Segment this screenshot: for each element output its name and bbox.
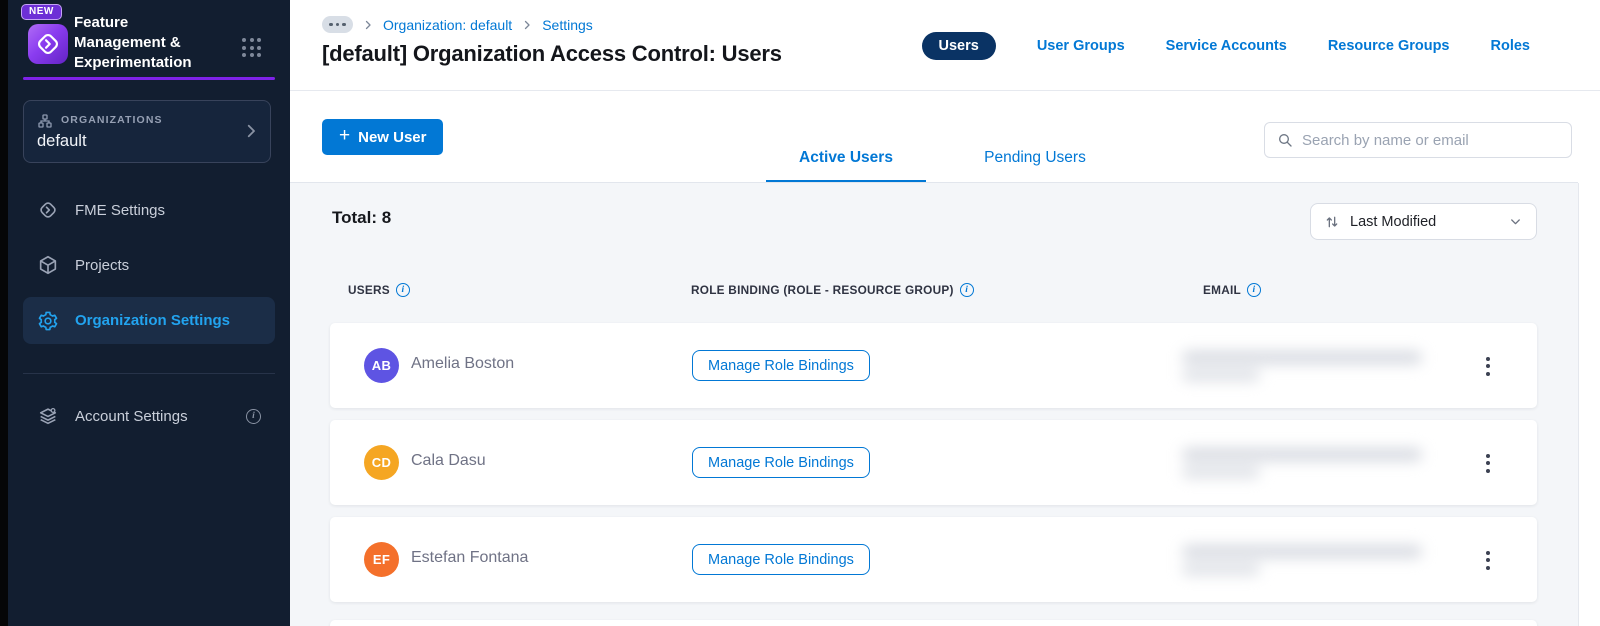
chevron-right-icon [242, 122, 260, 140]
user-state-tabs: Active Users Pending Users [766, 149, 1110, 183]
gear-icon [37, 310, 59, 332]
page-title: [default] Organization Access Control: U… [322, 41, 782, 66]
avatar: CD [364, 445, 399, 480]
table-row-partial [330, 620, 1537, 626]
column-header-users: USERS [348, 283, 390, 297]
sort-dropdown-value: Last Modified [1350, 213, 1437, 230]
organizations-label: ORGANIZATIONS [61, 114, 163, 126]
search-icon [1279, 134, 1292, 147]
chevron-right-icon [362, 19, 374, 31]
app-switcher-grid-icon[interactable] [240, 36, 264, 60]
tab-users[interactable]: Users [921, 32, 996, 60]
organization-name: default [37, 132, 87, 150]
tab-roles[interactable]: Roles [1491, 38, 1531, 54]
table-row: EF Estefan Fontana Manage Role Bindings [330, 517, 1537, 602]
split-outline-icon [37, 199, 59, 221]
row-menu-kebab-icon[interactable] [1476, 351, 1500, 381]
toolbar: + New User Active Users Pending Users [290, 91, 1600, 183]
breadcrumb-ellipsis-icon[interactable] [322, 16, 353, 33]
row-menu-kebab-icon[interactable] [1476, 448, 1500, 478]
redacted-email [1182, 446, 1432, 480]
info-icon[interactable]: i [1246, 283, 1261, 297]
users-list-panel: Total: 8 Last Modified USERS i ROLE BIND… [290, 183, 1578, 626]
column-header-role-binding: ROLE BINDING (ROLE - RESOURCE GROUP) [691, 283, 954, 297]
info-icon[interactable]: i [395, 283, 410, 297]
search-box [1264, 122, 1572, 158]
sidebar-item-label: Organization Settings [75, 312, 231, 329]
manage-role-bindings-button[interactable]: Manage Role Bindings [692, 447, 870, 478]
page-header: Organization: default Settings [default]… [290, 0, 1600, 91]
breadcrumb: Organization: default Settings [322, 16, 593, 33]
table-row: CD Cala Dasu Manage Role Bindings [330, 420, 1537, 505]
table-row: AB Amelia Boston Manage Role Bindings [330, 323, 1537, 408]
avatar: AB [364, 348, 399, 383]
cube-icon [37, 254, 59, 276]
user-name: Cala Dasu [411, 452, 486, 469]
column-header-email: EMAIL [1203, 283, 1241, 297]
redacted-email [1182, 543, 1432, 577]
tab-resource-groups[interactable]: Resource Groups [1328, 38, 1450, 54]
sidebar-item-fme-settings[interactable]: FME Settings [23, 190, 275, 230]
organization-selector[interactable]: ORGANIZATIONS default [23, 100, 271, 163]
sidebar: NEW Feature Management & Experimentation… [8, 0, 290, 626]
main-area: Organization: default Settings [default]… [290, 0, 1600, 626]
chevron-right-icon [521, 19, 533, 31]
info-icon[interactable]: i [959, 283, 974, 297]
search-input[interactable] [1302, 131, 1559, 149]
tab-user-groups[interactable]: User Groups [1037, 38, 1125, 54]
hierarchy-icon [37, 113, 53, 129]
sidebar-item-projects[interactable]: Projects [23, 245, 275, 285]
app-title: Feature Management & Experimentation [74, 14, 192, 71]
new-user-button[interactable]: + New User [322, 119, 444, 155]
table-header-row: USERS i ROLE BINDING (ROLE - RESOURCE GR… [290, 283, 1578, 299]
sidebar-item-organization-settings[interactable]: Organization Settings [23, 297, 275, 344]
row-menu-kebab-icon[interactable] [1476, 545, 1500, 575]
sidebar-item-label: Projects [75, 256, 130, 274]
sidebar-item-account-settings[interactable]: Account Settings i [23, 396, 275, 436]
chevron-down-icon [1511, 219, 1520, 225]
window-edge-strip [0, 0, 8, 626]
breadcrumb-link-organization[interactable]: Organization: default [383, 17, 512, 33]
avatar: EF [364, 542, 399, 577]
breadcrumb-link-settings[interactable]: Settings [542, 17, 593, 33]
new-badge: NEW [21, 4, 62, 20]
tab-pending-users[interactable]: Pending Users [960, 149, 1110, 183]
new-user-button-label: New User [358, 128, 427, 146]
sort-dropdown[interactable]: Last Modified [1310, 203, 1537, 240]
layers-gear-icon [37, 405, 59, 427]
info-icon[interactable]: i [246, 408, 261, 424]
redacted-email [1182, 349, 1432, 383]
manage-role-bindings-button[interactable]: Manage Role Bindings [692, 544, 870, 575]
tab-active-users[interactable]: Active Users [766, 149, 926, 183]
sidebar-item-label: Account Settings [75, 407, 188, 425]
sidebar-divider [23, 373, 275, 374]
sort-arrows-icon [1326, 216, 1338, 227]
manage-role-bindings-button[interactable]: Manage Role Bindings [692, 350, 870, 381]
user-name: Estefan Fontana [411, 549, 529, 566]
brand-divider [23, 77, 275, 80]
split-app-logo-icon [28, 24, 68, 64]
plus-icon: + [339, 125, 351, 146]
user-name: Amelia Boston [411, 355, 515, 372]
tab-service-accounts[interactable]: Service Accounts [1166, 38, 1287, 54]
access-control-tabs: Users User Groups Service Accounts Resou… [921, 31, 1531, 61]
sidebar-item-label: FME Settings [75, 201, 166, 219]
total-count: Total: 8 [332, 208, 392, 227]
